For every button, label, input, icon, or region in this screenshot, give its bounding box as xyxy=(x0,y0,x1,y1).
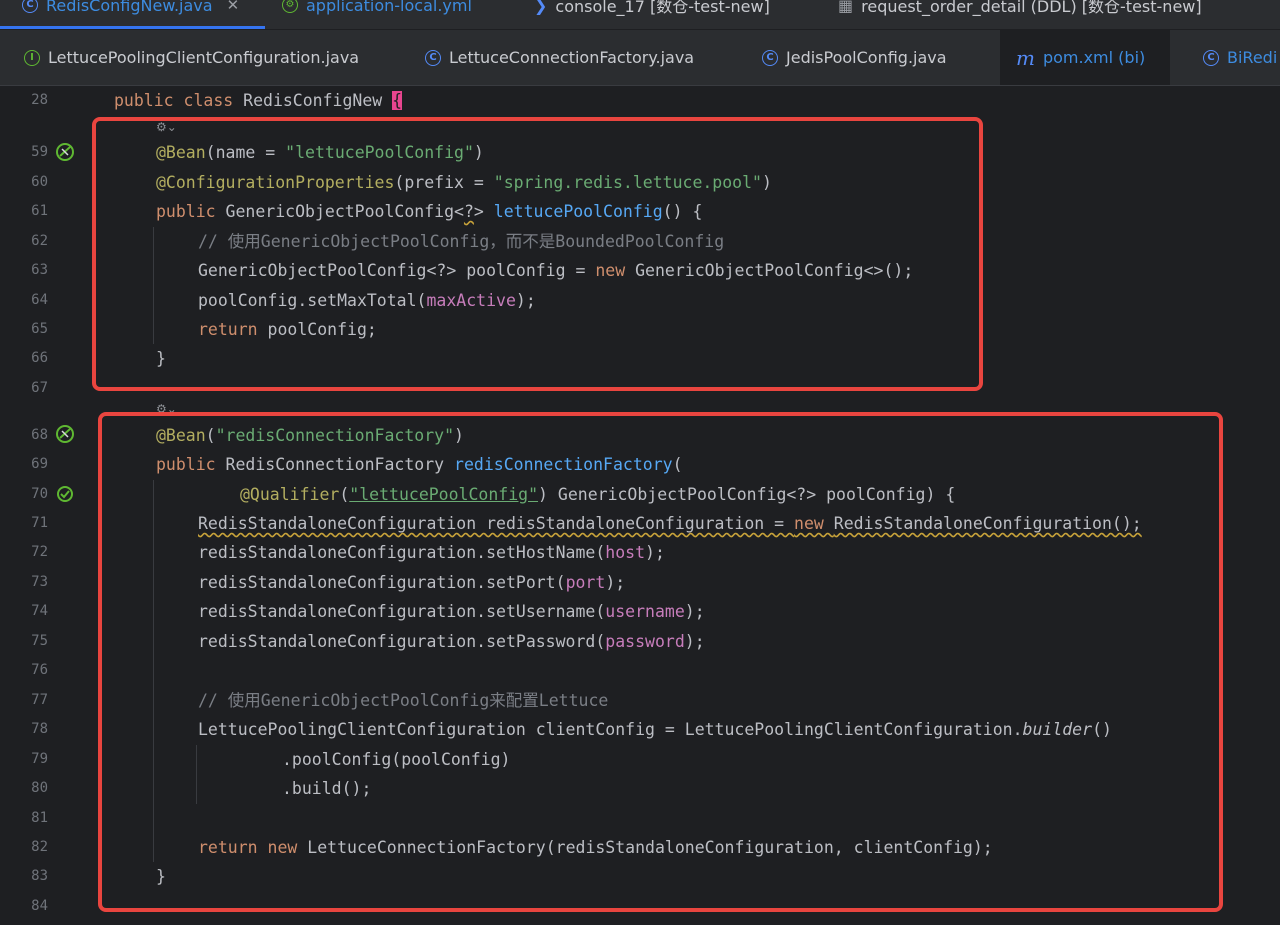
line-number: 59 xyxy=(31,144,48,160)
line-number: 64 xyxy=(31,292,48,308)
tab-label: console_17 [数仓-test-new] xyxy=(555,0,770,16)
class-icon: C xyxy=(762,49,778,66)
class-icon: C xyxy=(1203,49,1219,66)
line-number: 61 xyxy=(31,203,48,219)
active-tab-indicator xyxy=(0,26,265,29)
editor-tab-bar-top: C RedisConfigNew.java ✕ ⚙ application-lo… xyxy=(0,0,1280,30)
tab-application-local[interactable]: ⚙ application-local.yml xyxy=(282,0,472,19)
line-number: 79 xyxy=(31,751,48,767)
spring-bean-icon[interactable] xyxy=(54,141,76,163)
interface-icon: I xyxy=(24,49,40,66)
tab-redisconfignew[interactable]: C RedisConfigNew.java ✕ xyxy=(22,0,239,19)
tab-label: RedisConfigNew.java xyxy=(46,0,213,15)
tab-jedispoolconfig[interactable]: C JedisPoolConfig.java xyxy=(762,30,947,85)
line-number: 68 xyxy=(31,427,48,443)
tab-lettucepoolingclientconfiguration[interactable]: I LettucePoolingClientConfiguration.java xyxy=(24,30,359,85)
code-token: public class xyxy=(114,91,244,110)
line-number: 69 xyxy=(31,456,48,472)
class-icon: C xyxy=(425,49,441,66)
spring-bean-icon[interactable] xyxy=(54,423,76,445)
close-icon[interactable]: ✕ xyxy=(227,0,240,14)
editor-tab-bar-secondary: I LettucePoolingClientConfiguration.java… xyxy=(0,30,1280,86)
line-number: 73 xyxy=(31,574,48,590)
line-number: 77 xyxy=(31,692,48,708)
line-number: 66 xyxy=(31,350,48,366)
line-number: 62 xyxy=(31,233,48,249)
tab-biredis[interactable]: C BiRedi xyxy=(1203,30,1277,85)
tab-label: application-local.yml xyxy=(306,0,472,15)
tab-request-order-detail[interactable]: ▦ request_order_detail (DDL) [数仓-test-ne… xyxy=(838,0,1202,19)
line-number: 71 xyxy=(31,515,48,531)
line-number: 72 xyxy=(31,544,48,560)
tab-label: pom.xml (bi) xyxy=(1042,48,1146,67)
line-number: 63 xyxy=(31,262,48,278)
line-number: 65 xyxy=(31,321,48,337)
spring-qualifier-icon[interactable] xyxy=(54,483,76,505)
line-number: 67 xyxy=(31,380,48,396)
brace-match-highlight: { xyxy=(392,91,403,110)
line-number: 82 xyxy=(31,839,48,855)
tab-pom-xml[interactable]: m pom.xml (bi) xyxy=(1000,30,1170,85)
line-number: 80 xyxy=(31,780,48,796)
code-editor[interactable]: 28 59 60 61 62 63 64 65 66 67 68 69 70 7… xyxy=(0,86,1280,925)
tab-label: LettucePoolingClientConfiguration.java xyxy=(48,48,360,67)
line-number: 78 xyxy=(31,721,48,737)
line-number: 76 xyxy=(31,662,48,678)
line-number: 81 xyxy=(31,810,48,826)
highlight-box-redis-connection-factory xyxy=(98,412,1223,912)
line-number: 74 xyxy=(31,603,48,619)
line-number: 75 xyxy=(31,633,48,649)
tab-console[interactable]: ❯ console_17 [数仓-test-new] xyxy=(534,0,770,19)
class-icon: C xyxy=(22,0,38,13)
table-icon: ▦ xyxy=(838,0,854,15)
tab-label: LettuceConnectionFactory.java xyxy=(449,48,695,67)
highlight-box-lettuce-pool-config xyxy=(92,117,983,391)
maven-icon: m xyxy=(1016,45,1035,70)
tab-label: JedisPoolConfig.java xyxy=(786,48,947,67)
line-number: 60 xyxy=(31,174,48,190)
tab-label: BiRedi xyxy=(1227,48,1278,67)
line-number: 70 xyxy=(31,486,48,502)
tab-label: request_order_detail (DDL) [数仓-test-new] xyxy=(861,0,1202,16)
tab-lettuceconnectionfactory[interactable]: C LettuceConnectionFactory.java xyxy=(425,30,694,85)
code-token: RedisConfigNew xyxy=(243,91,393,110)
line-number: 28 xyxy=(31,92,48,108)
line-number: 84 xyxy=(31,898,48,914)
code-line-28: public class RedisConfigNew { xyxy=(114,86,403,115)
yaml-settings-icon: ⚙ xyxy=(282,0,298,13)
console-icon: ❯ xyxy=(534,0,548,15)
line-number: 83 xyxy=(31,868,48,884)
